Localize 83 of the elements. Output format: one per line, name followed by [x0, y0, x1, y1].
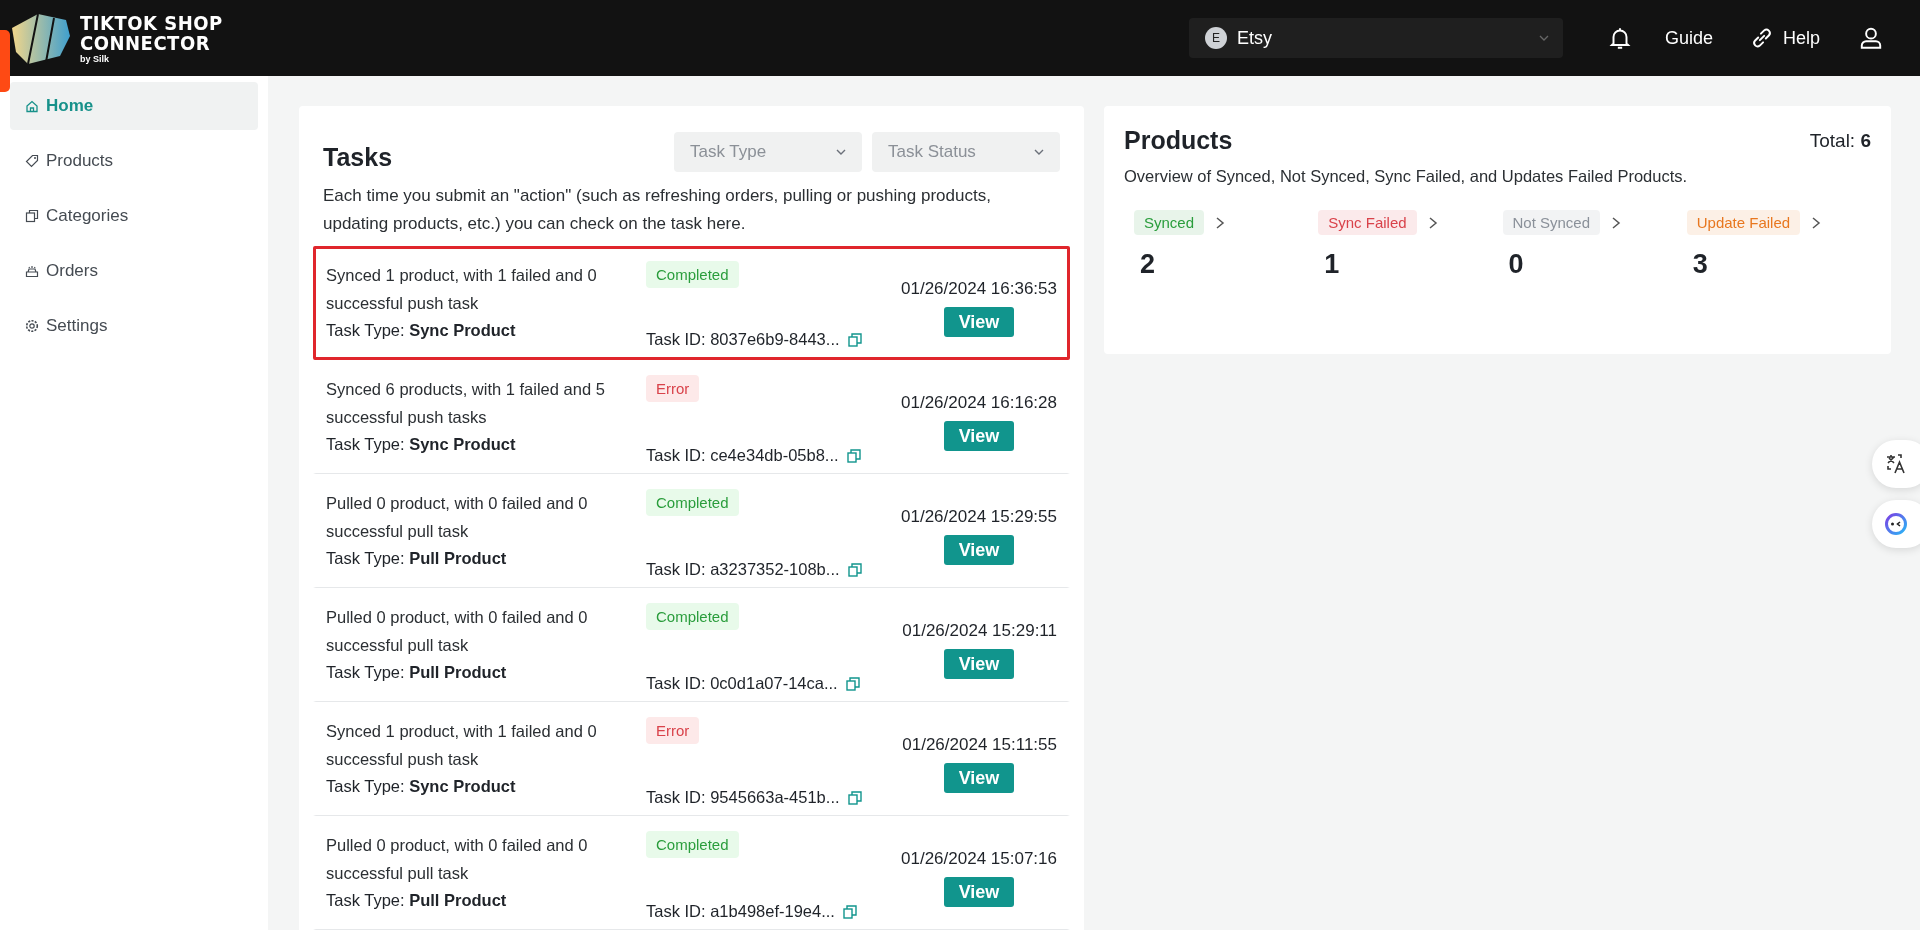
status-tag[interactable]: Sync Failed: [1318, 210, 1417, 235]
chevron-right-icon[interactable]: [1214, 215, 1227, 230]
view-button[interactable]: View: [944, 535, 1014, 565]
copy-icon[interactable]: [842, 904, 857, 919]
view-button[interactable]: View: [944, 763, 1014, 793]
chevron-right-icon[interactable]: [1810, 215, 1823, 230]
stat-count: 2: [1139, 249, 1157, 280]
status-tag[interactable]: Synced: [1134, 210, 1205, 235]
copy-icon[interactable]: [847, 562, 862, 577]
task-type: Task Type: Sync Product: [326, 321, 517, 340]
task-id: Task ID: a1b498ef-19e4...: [646, 902, 835, 921]
products-title: Products: [1124, 126, 1233, 155]
task-summary: Pulled 0 product, with 0 failed and 0 successful pull task: [326, 835, 589, 884]
task-type: Task Type: Sync Product: [326, 777, 517, 796]
status-label: Completed: [646, 489, 739, 516]
task-id: Task ID: 9545663a-451b...: [646, 788, 840, 807]
tag-icon: [24, 153, 40, 169]
copy-icon: [24, 208, 40, 224]
sidebar-item[interactable]: Products: [10, 137, 258, 185]
copy-icon[interactable]: [845, 676, 860, 691]
sidebar-item[interactable]: Home: [10, 82, 258, 130]
task-type: Task Type: Pull Product: [326, 663, 508, 682]
copy-icon[interactable]: [847, 332, 862, 347]
task-time: 01/26/2024 15:29:55: [901, 507, 1057, 527]
view-button[interactable]: View: [944, 307, 1014, 337]
status-label: Completed: [646, 831, 739, 858]
task-type: Task Type: Pull Product: [326, 891, 508, 910]
task-summary: Synced 6 products, with 1 failed and 5 successful push tasks: [326, 379, 606, 428]
user-icon[interactable]: [1858, 25, 1884, 51]
help-link[interactable]: Help: [1730, 25, 1838, 51]
status-label: Completed: [646, 603, 739, 630]
tasks-title: Tasks: [323, 142, 394, 172]
filter-select[interactable]: Task Status: [872, 131, 1060, 172]
task-type: Task Type: Pull Product: [326, 549, 508, 568]
view-button[interactable]: View: [944, 649, 1014, 679]
guide-link[interactable]: Guide: [1646, 27, 1731, 49]
assistant-button[interactable]: [1872, 500, 1920, 548]
task-id: Task ID: a3237352-108b...: [646, 560, 840, 579]
settings-icon: [24, 318, 40, 334]
products-description: Overview of Synced, Not Synced, Sync Failed, and Updates Failed Products.: [1124, 167, 1689, 186]
task-id: Task ID: ce4e34db-05b8...: [646, 446, 839, 465]
store-select[interactable]: E Etsy: [1188, 18, 1563, 58]
status-label: Error: [646, 717, 700, 744]
task-summary: Synced 1 product, with 1 failed and 0 successful push task: [326, 721, 598, 770]
chevron-right-icon[interactable]: [1610, 215, 1623, 230]
copy-icon[interactable]: [847, 790, 862, 805]
home-icon: [24, 98, 40, 114]
status-tag[interactable]: Not Synced: [1502, 210, 1601, 235]
task-time: 01/26/2024 15:29:11: [902, 621, 1057, 641]
tray-icon: [24, 263, 40, 279]
side-tab-marker[interactable]: [0, 30, 10, 92]
task-time: 01/26/2024 15:07:16: [901, 849, 1057, 869]
stat-count: 1: [1323, 249, 1341, 280]
task-id: Task ID: 8037e6b9-8443...: [646, 330, 840, 349]
task-time: 01/26/2024 15:11:55: [902, 735, 1057, 755]
status-label: Completed: [646, 261, 739, 288]
sidebar-item[interactable]: Settings: [10, 302, 258, 350]
logo-byline: by Silk: [80, 54, 110, 64]
assistant-icon: [1884, 512, 1908, 536]
task-type: Task Type: Sync Product: [326, 435, 517, 454]
task-summary: Synced 1 product, with 1 failed and 0 successful push task: [326, 265, 598, 314]
translate-button[interactable]: [1872, 440, 1920, 488]
task-time: 01/26/2024 16:36:53: [901, 279, 1057, 299]
task-time: 01/26/2024 16:16:28: [901, 393, 1057, 413]
sidebar-item[interactable]: Orders: [10, 247, 258, 295]
logo-text: TIKTOK SHOP: [80, 12, 223, 33]
view-button[interactable]: View: [944, 421, 1014, 451]
stat-count: 3: [1691, 249, 1709, 280]
translate-icon: [1884, 452, 1908, 476]
task-summary: Pulled 0 product, with 0 failed and 0 successful pull task: [326, 493, 589, 542]
view-button[interactable]: View: [944, 877, 1014, 907]
filter-select[interactable]: Task Type: [674, 131, 862, 172]
logo-text: CONNECTOR: [80, 32, 212, 53]
status-label: Error: [646, 375, 700, 402]
tasks-description: Each time you submit an "action" (such as refreshing orders, pulling or pushing products, updating products, etc.) you can check on the task here.: [322, 185, 992, 235]
task-summary: Pulled 0 product, with 0 failed and 0 successful pull task: [326, 607, 589, 656]
sidebar-item[interactable]: Categories: [10, 192, 258, 240]
stat-count: 0: [1507, 249, 1525, 280]
task-id: Task ID: 0c0d1a07-14ca...: [646, 674, 838, 693]
copy-icon[interactable]: [846, 448, 861, 463]
store-avatar: E: [1204, 27, 1227, 49]
status-tag[interactable]: Update Failed: [1686, 210, 1801, 235]
products-total: Total: 6: [1809, 129, 1871, 152]
